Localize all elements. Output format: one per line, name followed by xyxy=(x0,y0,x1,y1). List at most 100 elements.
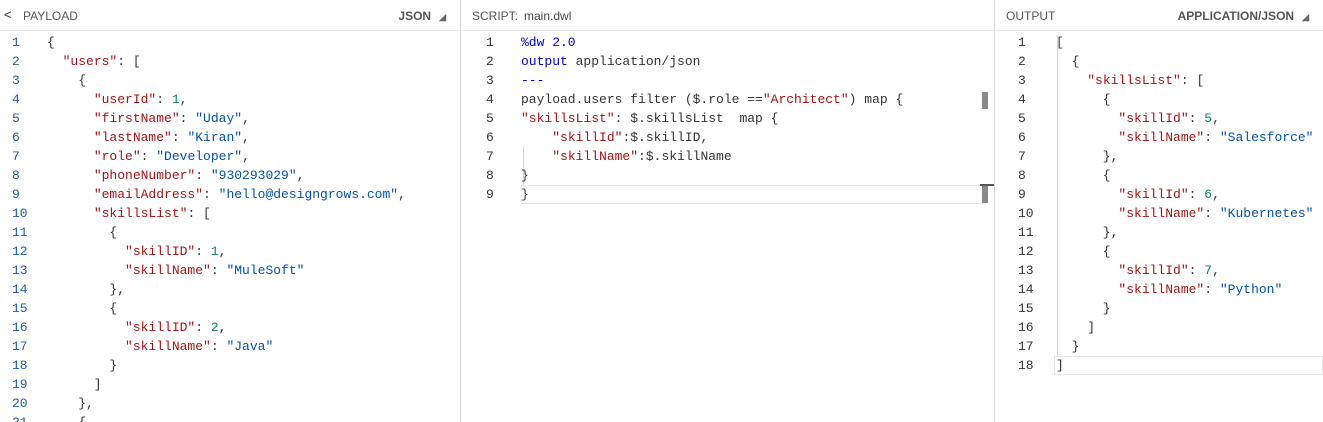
line-number: 11 xyxy=(1018,225,1034,240)
code-line[interactable]: 7 "skillName":$.skillName xyxy=(462,147,994,166)
code-line[interactable]: 8} xyxy=(462,166,994,185)
code-token: : xyxy=(179,111,196,126)
code-token: "Python" xyxy=(1219,282,1283,297)
code-line[interactable]: 3 "skillsList": [ xyxy=(996,71,1323,90)
code-line[interactable]: 4 "userId": 1, xyxy=(0,90,460,109)
code-line[interactable]: 8 "phoneNumber": "930293029", xyxy=(0,166,460,185)
output-editor[interactable]: 1[2 {3 "skillsList": [4 {5 "skillId": 5,… xyxy=(996,33,1323,422)
chevron-left-icon[interactable]: < xyxy=(4,7,12,22)
code-line[interactable]: 4 payload.users filter ($.role =="Archite… xyxy=(462,90,994,109)
code-line[interactable]: 9 "emailAddress": "hello@designgrows.com… xyxy=(0,185,460,204)
code-line[interactable]: 15 } xyxy=(996,299,1323,318)
code-token: : xyxy=(140,149,157,164)
code-line[interactable]: 3 { xyxy=(0,71,460,90)
triangle-down-icon: ◢ xyxy=(439,12,446,22)
output-format-select[interactable]: APPLICATION/JSON ◢ xyxy=(1178,9,1309,23)
code-token: "skillName" xyxy=(1118,282,1205,297)
code-line[interactable]: 2 { xyxy=(996,52,1323,71)
code-token: "users" xyxy=(62,54,118,69)
code-line[interactable]: 12 { xyxy=(996,242,1323,261)
code-text: "skillID": 1, xyxy=(47,242,226,261)
code-line[interactable]: 2 output application/json xyxy=(462,52,994,71)
line-number: 9 xyxy=(1018,187,1026,202)
code-line[interactable]: 17 } xyxy=(996,337,1323,356)
code-line[interactable]: 16 "skillID": 2, xyxy=(0,318,460,337)
line-number: 18 xyxy=(1018,358,1034,373)
code-token: "MuleSoft" xyxy=(226,263,305,278)
code-token: }, xyxy=(47,396,94,411)
code-line[interactable]: 14 }, xyxy=(0,280,460,299)
code-line[interactable]: 18 } xyxy=(0,356,460,375)
code-line[interactable]: 20 }, xyxy=(0,394,460,413)
line-number: 4 xyxy=(486,92,494,107)
code-line[interactable]: 17 "skillName": "Java" xyxy=(0,337,460,356)
code-line[interactable]: 11 }, xyxy=(996,223,1323,242)
code-text: "emailAddress": "hello@designgrows.com", xyxy=(47,185,406,204)
code-text: output application/json xyxy=(521,52,700,71)
code-text: ] xyxy=(1056,356,1064,375)
code-line[interactable]: 14 "skillName": "Python" xyxy=(996,280,1323,299)
line-number: 7 xyxy=(1018,149,1026,164)
code-line[interactable]: 9} xyxy=(462,185,994,204)
code-line[interactable]: 1{ xyxy=(0,33,460,52)
payload-title: PAYLOAD xyxy=(23,9,78,23)
code-token: "skillsList" xyxy=(1087,73,1181,88)
code-line[interactable]: 15 { xyxy=(0,299,460,318)
line-number: 6 xyxy=(486,130,494,145)
code-line[interactable]: 2 "users": [ xyxy=(0,52,460,71)
code-line[interactable]: 13 "skillId": 7, xyxy=(996,261,1323,280)
code-token: , xyxy=(398,187,406,202)
line-number: 12 xyxy=(1018,244,1034,259)
code-token: : [ xyxy=(187,206,211,221)
code-line[interactable]: 18] xyxy=(996,356,1323,375)
code-line[interactable]: 16 ] xyxy=(996,318,1323,337)
line-number: 4 xyxy=(12,92,20,107)
code-token: "skillID" xyxy=(125,320,196,335)
code-token: , xyxy=(296,168,305,183)
line-number: 10 xyxy=(12,206,28,221)
code-token: "930293029" xyxy=(210,168,297,183)
output-header: OUTPUT APPLICATION/JSON ◢ xyxy=(996,0,1323,31)
code-token: { xyxy=(47,225,118,240)
code-token: : $.skillsList map { xyxy=(614,111,779,126)
code-token: : xyxy=(195,244,211,259)
code-line[interactable]: 6 "lastName": "Kiran", xyxy=(0,128,460,147)
code-line[interactable]: 6 "skillId":$.skillID, xyxy=(462,128,994,147)
code-line[interactable]: 1[ xyxy=(996,33,1323,52)
code-line[interactable]: 5 "skillId": 5, xyxy=(996,109,1323,128)
code-line[interactable]: 1 %dw 2.0 xyxy=(462,33,994,52)
code-line[interactable]: 12 "skillID": 1, xyxy=(0,242,460,261)
line-number: 8 xyxy=(486,168,494,183)
code-line[interactable]: 5 "skillsList": $.skillsList map { xyxy=(462,109,994,128)
code-text: "skillName": "MuleSoft" xyxy=(47,261,304,280)
code-text: "skillName": "Kubernetes" xyxy=(1056,204,1313,223)
code-text: { xyxy=(1056,242,1111,261)
code-line[interactable]: 11 { xyxy=(0,223,460,242)
code-token: "Developer" xyxy=(156,149,243,164)
code-token: :$.skillName xyxy=(638,149,732,164)
code-line[interactable]: 5 "firstName": "Uday", xyxy=(0,109,460,128)
code-text: }, xyxy=(47,280,125,299)
code-line[interactable]: 10 "skillName": "Kubernetes" xyxy=(996,204,1323,223)
code-line[interactable]: 21 { xyxy=(0,413,460,422)
code-token: } xyxy=(1056,339,1080,354)
code-line[interactable]: 6 "skillName": "Salesforce" xyxy=(996,128,1323,147)
code-line[interactable]: 19 ] xyxy=(0,375,460,394)
code-line[interactable]: 10 "skillsList": [ xyxy=(0,204,460,223)
code-text: } xyxy=(521,185,529,204)
code-line[interactable]: 7 "role": "Developer", xyxy=(0,147,460,166)
code-line[interactable]: 13 "skillName": "MuleSoft" xyxy=(0,261,460,280)
code-line[interactable]: 8 { xyxy=(996,166,1323,185)
code-line[interactable]: 4 { xyxy=(996,90,1323,109)
payload-editor[interactable]: 1{2 "users": [3 {4 "userId": 1, 5 "firstN… xyxy=(0,33,460,422)
script-editor[interactable]: 1 %dw 2.0 2 output application/json 3 --- 4 pay… xyxy=(462,33,994,422)
code-line[interactable]: 3 --- xyxy=(462,71,994,90)
code-line[interactable]: 7 }, xyxy=(996,147,1323,166)
code-line[interactable]: 9 "skillId": 6, xyxy=(996,185,1323,204)
payload-format-select[interactable]: JSON ◢ xyxy=(398,9,446,23)
